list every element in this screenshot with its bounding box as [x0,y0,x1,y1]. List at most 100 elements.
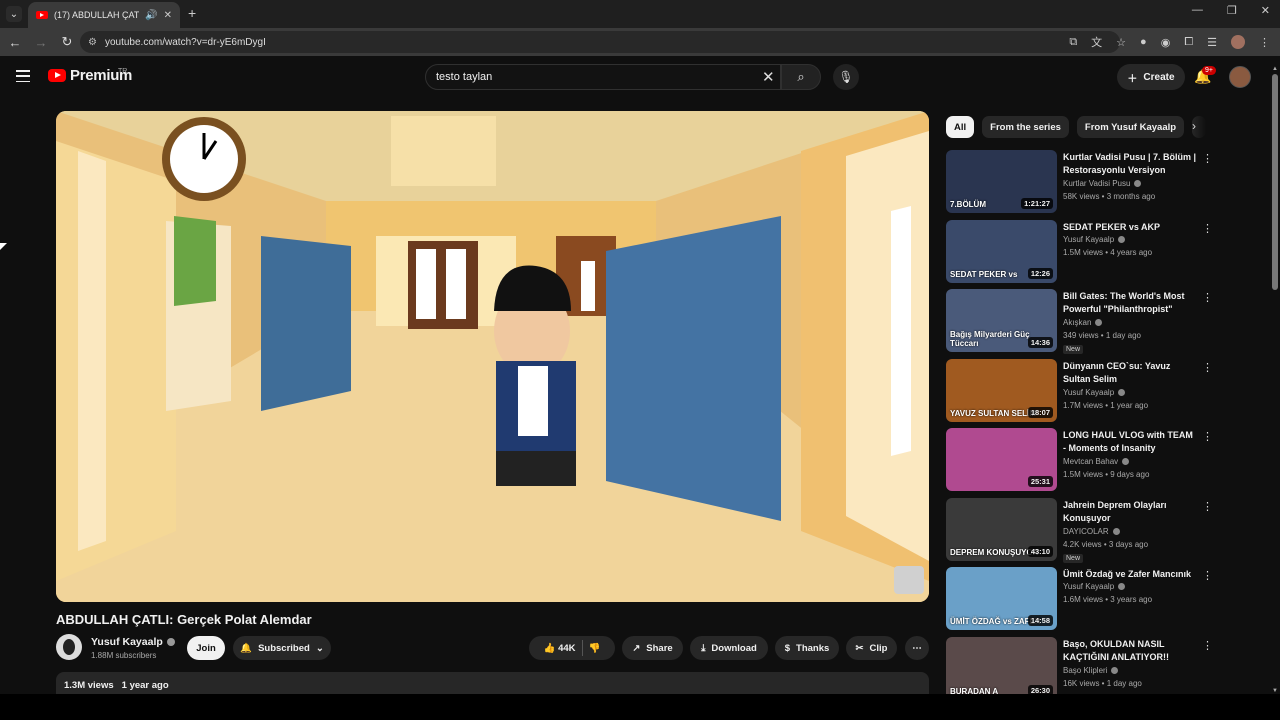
recommendation-title[interactable]: Bill Gates: The World's Most Powerful "P… [1063,290,1198,316]
new-tab-button[interactable]: + [188,5,196,21]
more-vertical-icon[interactable]: ⋮ [1202,569,1213,582]
video-thumbnail[interactable]: BURADAN A 26:30 [946,636,1057,700]
recommendation-channel-row[interactable]: Başo Klipleri [1063,666,1119,675]
recommendation-item[interactable]: YAVUZ SULTAN SELİM 18:07 Dünyanın CEO`su: … [946,358,1246,429]
create-button[interactable]: ＋ Create [1117,64,1185,90]
search-input[interactable]: testo taylan [425,64,781,90]
video-thumbnail[interactable]: Bağış Milyarderi Güç Tüccarı 14:36 [946,289,1057,352]
more-vertical-icon[interactable]: ⋮ [1202,222,1213,235]
recommendation-title[interactable]: Kurtlar Vadisi Pusu | 7. Bölüm | Restora… [1063,151,1198,177]
scroll-up-arrow-icon[interactable]: ▲ [1272,66,1278,72]
chevron-right-icon[interactable]: › [1192,119,1196,133]
thanks-button[interactable]: $ Thanks [775,636,839,660]
site-info-icon[interactable]: ⚙ [88,37,97,48]
share-button[interactable]: ↗ Share [622,636,683,660]
browser-tab-active[interactable]: (17) ABDULLAH ÇATLI: Gerç 🔊 ✕ [28,2,180,28]
recommendation-channel[interactable]: Akışkan [1063,318,1091,327]
extension-dot-icon[interactable]: ● [1140,36,1147,48]
recommendation-channel[interactable]: Kurtlar Vadisi Pusu [1063,179,1130,188]
video-thumbnail[interactable]: 7.BÖLÜM 1:21:27 [946,150,1057,213]
minimize-button[interactable]: — [1192,4,1203,17]
chip-from-channel[interactable]: From Yusuf Kayaalp [1076,116,1185,138]
clip-button[interactable]: ✂ Clip [846,636,897,660]
forward-arrow-icon[interactable]: → [30,35,52,50]
recommendation-channel-row[interactable]: Akışkan [1063,318,1103,327]
dislike-button-icon[interactable]: 👎 [589,643,601,654]
discord-extension-icon[interactable]: ◉ [1161,36,1171,49]
video-thumbnail[interactable]: SEDAT PEKER vs 12:26 [946,219,1057,283]
recommendation-title[interactable]: Jahrein Deprem Olayları Konuşuyor [1063,499,1198,525]
recommendation-channel-row[interactable]: DAYICOLAR [1063,527,1120,536]
recommendation-channel-row[interactable]: Yusuf Kayaalp [1063,582,1126,591]
recommendation-item[interactable]: 7.BÖLÜM 1:21:27 Kurtlar Vadisi Pusu | 7. B… [946,150,1246,220]
more-vertical-icon[interactable]: ⋮ [1202,152,1213,165]
translate-icon[interactable]: 文 [1091,34,1102,50]
duration-badge: 14:58 [1027,615,1053,626]
video-thumbnail[interactable]: YAVUZ SULTAN SELİM 18:07 [946,358,1057,422]
more-vertical-icon[interactable]: ⋮ [1202,291,1213,304]
recommendation-title[interactable]: SEDAT PEKER vs AKP [1063,221,1198,234]
reading-list-icon[interactable]: ☰ [1207,36,1217,49]
scrollbar-thumb[interactable] [1272,74,1278,290]
recommendation-channel[interactable]: Yusuf Kayaalp [1063,235,1114,244]
video-thumbnail[interactable]: 25:31 [946,428,1057,491]
like-button[interactable]: 👍 44K [544,643,576,654]
more-vertical-icon[interactable]: ⋮ [1202,430,1213,443]
download-button[interactable]: ⤓ Download [690,636,768,660]
subscribed-button[interactable]: 🔔 Subscribed ⌄ [233,636,331,660]
reload-icon[interactable]: ↻ [56,34,78,50]
video-thumbnail[interactable]: ÜMİT ÖZDAĞ vs ZAFER 14:58 [946,567,1057,630]
more-vertical-icon[interactable]: ⋮ [1202,361,1213,374]
channel-avatar[interactable] [56,634,82,660]
chip-from-series[interactable]: From the series [982,116,1069,138]
channel-name[interactable]: Yusuf Kayaalp [91,636,163,648]
restore-button[interactable]: ❐ [1227,4,1237,17]
recommendation-title[interactable]: Ümit Özdağ ve Zafer Mancınık [1063,568,1198,581]
tab-close-icon[interactable]: ✕ [164,10,172,21]
channel-name-row[interactable]: Yusuf Kayaalp [91,636,175,648]
recommendation-title[interactable]: Dünyanın CEO`su: Yavuz Sultan Selim [1063,360,1198,386]
address-bar[interactable]: ⚙ youtube.com/watch?v=dr-yE6mDygI [80,31,1120,53]
recommendation-channel[interactable]: Yusuf Kayaalp [1063,388,1114,397]
recommendation-channel-row[interactable]: Yusuf Kayaalp [1063,388,1126,397]
more-vertical-icon[interactable]: ⋮ [1202,500,1213,513]
recommendation-item[interactable]: DEPREM KONUŞUYOR 43:10 Jahrein Deprem Olay… [946,497,1246,568]
recommendation-title[interactable]: LONG HAUL VLOG with TEAM - Moments of In… [1063,429,1198,455]
recommendation-channel[interactable]: Yusuf Kayaalp [1063,582,1114,591]
recommendation-item[interactable]: Bağış Milyarderi Güç Tüccarı 14:36 Bill Ga… [946,289,1246,359]
recommendation-item[interactable]: ÜMİT ÖZDAĞ vs ZAFER 14:58 Ümit Özdağ ve Za… [946,567,1246,637]
browser-menu-icon[interactable]: ⋮ [1259,36,1270,49]
recommendation-channel[interactable]: DAYICOLAR [1063,527,1109,536]
page-scrollbar[interactable]: ▲ ▼ [1271,66,1279,694]
user-avatar[interactable] [1229,66,1251,88]
recommendation-channel-row[interactable]: Yusuf Kayaalp [1063,235,1126,244]
tab-search-button[interactable]: ⌄ [6,6,22,22]
speaker-icon[interactable]: 🔊 [145,10,157,21]
voice-search-button[interactable]: 🎙 [833,64,859,90]
back-arrow-icon[interactable]: ← [4,35,26,50]
recommendation-meta: 1.6M views • 3 years ago [1063,595,1153,604]
recommendation-channel-row[interactable]: Mevtcan Bahav [1063,457,1130,466]
video-player[interactable] [56,111,929,602]
recommendation-channel-row[interactable]: Kurtlar Vadisi Pusu [1063,179,1142,188]
url-text[interactable]: youtube.com/watch?v=dr-yE6mDygI [105,37,266,48]
recommendation-title[interactable]: Başo, OKULDAN NASIL KAÇTIĞINI ANLATIYOR!… [1063,638,1198,664]
close-window-button[interactable]: ✕ [1261,4,1270,17]
clear-search-icon[interactable]: ✕ [762,68,775,86]
install-app-icon[interactable]: ⧉ [1069,36,1077,49]
hamburger-menu-icon[interactable] [16,70,30,82]
recommendation-channel[interactable]: Başo Klipleri [1063,666,1107,675]
recommendation-item[interactable]: SEDAT PEKER vs 12:26 SEDAT PEKER vs AKP Yus… [946,219,1246,290]
recommendation-item[interactable]: 25:31 LONG HAUL VLOG with TEAM - Moments … [946,428,1246,498]
extensions-puzzle-icon[interactable]: ⧠ [1184,36,1193,49]
more-vertical-icon[interactable]: ⋮ [1202,639,1213,652]
recommendation-channel[interactable]: Mevtcan Bahav [1063,457,1118,466]
search-button[interactable]: ⌕ [781,64,821,90]
browser-profile-avatar[interactable] [1231,35,1245,49]
more-actions-button[interactable]: ⋯ [905,636,929,660]
bookmark-star-icon[interactable]: ☆ [1116,36,1126,49]
join-button[interactable]: Join [187,636,225,660]
video-thumbnail[interactable]: DEPREM KONUŞUYOR 43:10 [946,497,1057,561]
chip-all[interactable]: All [946,116,975,138]
recommendation-meta: 58K views • 3 months ago [1063,192,1156,201]
